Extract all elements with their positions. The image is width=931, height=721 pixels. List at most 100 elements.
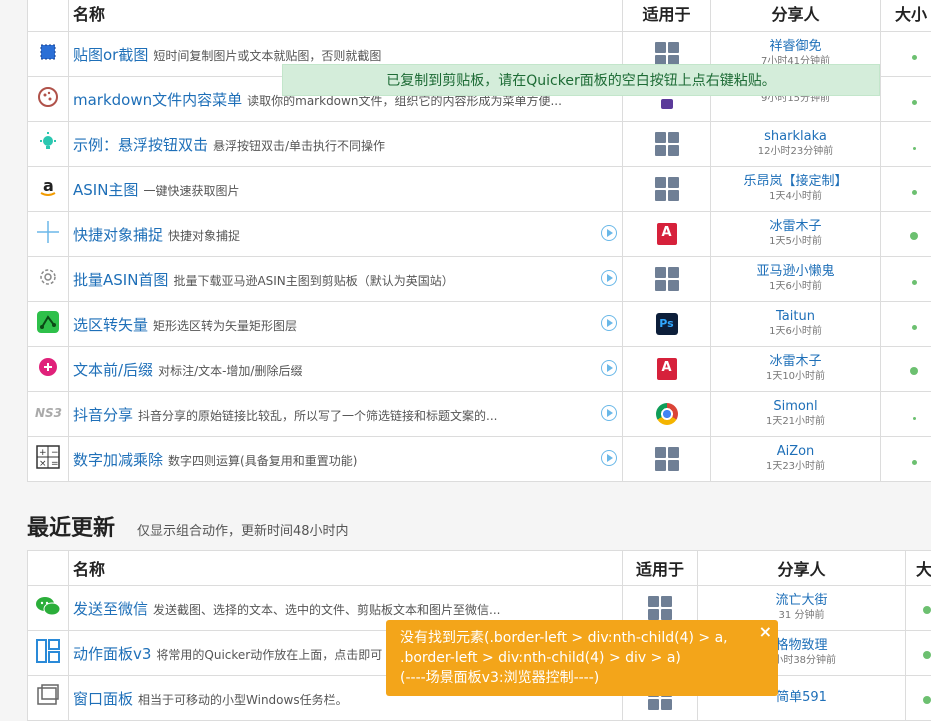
vector-icon bbox=[36, 319, 60, 338]
sharer-cell: Taitun1天6小时前 bbox=[711, 302, 881, 347]
action-name-link[interactable]: 批量ASIN首图 bbox=[73, 271, 168, 289]
app-cell bbox=[623, 392, 711, 437]
share-time: 1天21小时前 bbox=[711, 415, 880, 429]
table-row[interactable]: +−×=数字加减乘除数字四则运算(具备复用和重置功能) AiZon1天23小时前 bbox=[28, 437, 931, 482]
action-name-cell: 选区转矢量矩形选区转为矢量矩形图层 bbox=[69, 302, 623, 347]
recent-section-subtitle: 仅显示组合动作，更新时间48小时内 bbox=[137, 520, 349, 539]
action-description: 悬浮按钮双击/单击执行不同操作 bbox=[213, 139, 385, 153]
action-name-link[interactable]: 快捷对象捕捉 bbox=[73, 226, 163, 244]
page-gutter bbox=[0, 0, 27, 702]
action-icon-cell bbox=[28, 32, 69, 77]
table-row[interactable]: aASIN主图一键快速获取图片 乐昂岚【接定制】1天4小时前 bbox=[28, 167, 931, 212]
sharer-link[interactable]: 流亡大街 bbox=[698, 593, 905, 609]
svg-text:=: = bbox=[51, 459, 59, 469]
sharer-link[interactable]: sharklaka bbox=[711, 129, 880, 145]
action-description: 快捷对象捕捉 bbox=[168, 229, 240, 243]
svg-text:−: − bbox=[51, 448, 59, 458]
windows-icon bbox=[655, 179, 679, 198]
sharer-link[interactable]: AiZon bbox=[711, 444, 880, 460]
size-cell bbox=[881, 347, 931, 392]
action-name-link[interactable]: 发送至微信 bbox=[73, 600, 148, 618]
action-name-link[interactable]: 贴图or截图 bbox=[73, 46, 148, 64]
table-row[interactable]: 快捷对象捕捉快捷对象捕捉 A冰雷木子1天5小时前 bbox=[28, 212, 931, 257]
sharer-cell: 冰雷木子1天5小时前 bbox=[711, 212, 881, 257]
action-icon-cell bbox=[28, 586, 69, 631]
action-description: 将常用的Quicker动作放在上面，点击即可 bbox=[156, 648, 382, 662]
size-indicator-icon bbox=[912, 460, 917, 465]
size-indicator-icon bbox=[913, 417, 916, 420]
action-icon-cell bbox=[28, 302, 69, 347]
action-name-cell: 示例：悬浮按钮双击悬浮按钮双击/单击执行不同操作 bbox=[69, 122, 623, 167]
action-description: 一键快速获取图片 bbox=[143, 184, 239, 198]
table-row[interactable]: 选区转矢量矩形选区转为矢量矩形图层PsTaitun1天6小时前 bbox=[28, 302, 931, 347]
action-name-link[interactable]: 示例：悬浮按钮双击 bbox=[73, 136, 208, 154]
action-name-link[interactable]: 选区转矢量 bbox=[73, 316, 148, 334]
table-row[interactable]: 示例：悬浮按钮双击悬浮按钮双击/单击执行不同操作sharklaka12小时23分… bbox=[28, 122, 931, 167]
size-cell bbox=[881, 302, 931, 347]
sharer-link[interactable]: Simonl bbox=[711, 399, 880, 415]
size-indicator-icon bbox=[912, 190, 917, 195]
action-icon-cell bbox=[28, 212, 69, 257]
sharer-link[interactable]: 乐昂岚【接定制】 bbox=[711, 174, 880, 190]
action-name-link[interactable]: 文本前/后缀 bbox=[73, 361, 153, 379]
size-indicator-icon bbox=[912, 325, 917, 330]
share-time: 1天4小时前 bbox=[711, 190, 880, 204]
play-video-icon[interactable] bbox=[601, 315, 617, 331]
table-header-row: 名称 适用于 分享人 大小 bbox=[28, 0, 931, 32]
selection-icon bbox=[38, 47, 58, 66]
size-header: 大 bbox=[906, 551, 931, 586]
play-video-icon[interactable] bbox=[601, 405, 617, 421]
share-time: 1天23小时前 bbox=[711, 460, 880, 474]
action-name-cell: 批量ASIN首图批量下载亚马逊ASIN主图到剪贴板（默认为英国站） bbox=[69, 257, 623, 302]
chrome-icon bbox=[656, 404, 678, 423]
size-indicator-icon bbox=[923, 606, 931, 614]
play-video-icon[interactable] bbox=[601, 270, 617, 286]
action-name-cell: 数字加减乘除数字四则运算(具备复用和重置功能) bbox=[69, 437, 623, 482]
sharer-cell: Simonl1天21小时前 bbox=[711, 392, 881, 437]
size-cell bbox=[881, 32, 931, 77]
play-video-icon[interactable] bbox=[601, 225, 617, 241]
sharer-link[interactable]: 冰雷木子 bbox=[711, 354, 880, 370]
size-cell bbox=[881, 122, 931, 167]
action-description: 相当于可移动的小型Windows任务栏。 bbox=[138, 693, 348, 707]
name-header: 名称 bbox=[69, 0, 623, 32]
size-indicator-icon bbox=[923, 696, 931, 704]
action-name-link[interactable]: 动作面板v3 bbox=[73, 645, 151, 663]
action-name-link[interactable]: ASIN主图 bbox=[73, 181, 138, 199]
action-icon-cell: +−×= bbox=[28, 437, 69, 482]
action-name-link[interactable]: 抖音分享 bbox=[73, 406, 133, 424]
action-icon-cell: a bbox=[28, 167, 69, 212]
sharer-link[interactable]: 冰雷木子 bbox=[711, 219, 880, 235]
windows-icon bbox=[655, 44, 679, 63]
play-video-icon[interactable] bbox=[601, 450, 617, 466]
table-row[interactable]: 文本前/后缀对标注/文本-增加/删除后缀A冰雷木子1天10小时前 bbox=[28, 347, 931, 392]
app-cell: A bbox=[623, 212, 711, 257]
app-header: 适用于 bbox=[623, 551, 698, 586]
action-description: 短时间复制图片或文本就贴图，否则就截图 bbox=[153, 49, 381, 63]
play-video-icon[interactable] bbox=[601, 360, 617, 376]
action-icon-cell bbox=[28, 122, 69, 167]
app-cell bbox=[623, 437, 711, 482]
table-row[interactable]: NS3抖音分享抖音分享的原始链接比较乱，所以写了一个筛选链接和标题文案的...S… bbox=[28, 392, 931, 437]
error-line-2: .border-left > div:nth-child(4) > div > … bbox=[400, 648, 764, 668]
table-row[interactable]: 批量ASIN首图批量下载亚马逊ASIN主图到剪贴板（默认为英国站）亚马逊小懒鬼1… bbox=[28, 257, 931, 302]
name-header: 名称 bbox=[69, 551, 623, 586]
sharer-cell: AiZon1天23小时前 bbox=[711, 437, 881, 482]
plus-circle-icon bbox=[37, 363, 59, 382]
ns-logo-icon: NS3 bbox=[34, 405, 62, 424]
error-line-1: 没有找到元素(.border-left > div:nth-child(4) >… bbox=[400, 628, 764, 648]
sharer-link[interactable]: Taitun bbox=[711, 309, 880, 325]
close-icon[interactable]: × bbox=[759, 622, 772, 642]
size-cell bbox=[881, 167, 931, 212]
size-cell bbox=[906, 586, 931, 631]
size-cell bbox=[881, 437, 931, 482]
action-name-link[interactable]: 窗口面板 bbox=[73, 690, 133, 708]
size-indicator-icon bbox=[912, 55, 917, 60]
share-header: 分享人 bbox=[698, 551, 906, 586]
sharer-link[interactable]: 祥睿御免 bbox=[711, 39, 880, 55]
cookie-icon bbox=[37, 93, 59, 112]
action-name-link[interactable]: 数字加减乘除 bbox=[73, 451, 163, 469]
icon-header bbox=[28, 551, 69, 586]
sharer-link[interactable]: 亚马逊小懒鬼 bbox=[711, 264, 880, 280]
action-name-link[interactable]: markdown文件内容菜单 bbox=[73, 91, 242, 109]
